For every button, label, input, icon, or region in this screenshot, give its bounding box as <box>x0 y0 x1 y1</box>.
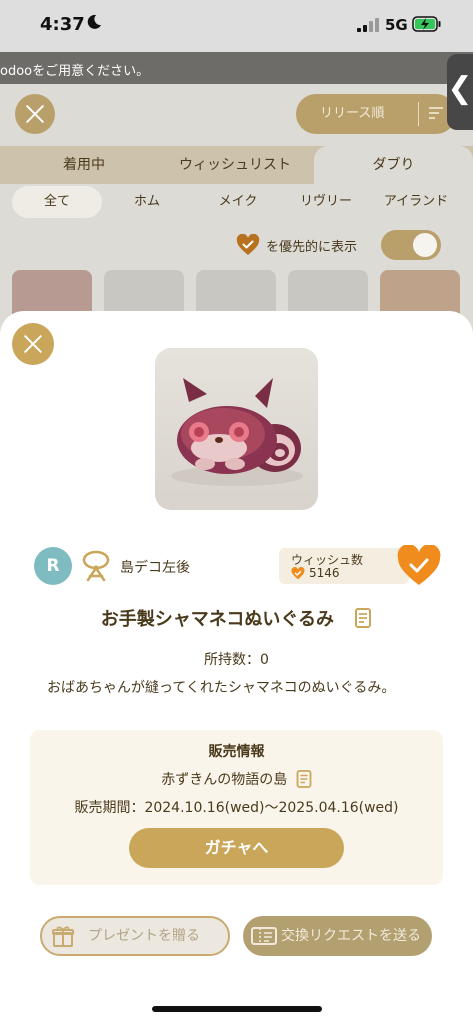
heart-check-icon <box>236 234 260 255</box>
background-close-button[interactable] <box>15 94 55 134</box>
owned-count: 所持数：0 <box>204 652 269 668</box>
subtab-livly[interactable]: リヴリー <box>286 186 366 218</box>
sort-order-icon <box>429 107 443 119</box>
status-time: 4:37 <box>40 14 85 35</box>
item-image <box>155 348 318 510</box>
main-tab-bar: 着用中 ウィッシュリスト ダブり <box>0 146 473 184</box>
toggle-knob <box>413 233 437 257</box>
category-label: 島デコ左後 <box>120 560 190 576</box>
heart-check-icon <box>291 567 305 580</box>
sale-location: 赤ずきんの物語の島 <box>161 772 288 788</box>
notice-banner: odooをご用意ください。 <box>0 52 473 84</box>
trade-request-button[interactable]: 交換リクエストを送る <box>243 916 432 956</box>
trade-request-label: 交換リクエストを送る <box>281 928 421 944</box>
battery-charging-icon <box>412 16 441 32</box>
signal-icon <box>357 18 379 32</box>
subtab-makeup[interactable]: メイク <box>196 186 280 218</box>
item-detail-modal: R 島デコ左後 ウィッシュ数 5146 お手製シャマネコぬいぐるみ 所持数：0 … <box>0 311 473 1024</box>
sort-label: リリース順 <box>320 106 385 121</box>
sub-tab-bar: 全て ホム メイク リヴリー アイランド <box>0 184 473 220</box>
subtab-all[interactable]: 全て <box>12 186 102 218</box>
go-to-gacha-button[interactable]: ガチャへ <box>129 828 344 868</box>
rarity-badge: R <box>34 547 72 585</box>
wish-heart-button[interactable] <box>396 545 442 587</box>
item-description: おばあちゃんが縫ってくれたシャマネコのぬいぐるみ。 <box>47 680 396 696</box>
status-bar: 4:37 5G <box>0 0 473 52</box>
priority-toggle[interactable] <box>381 230 441 260</box>
subtab-island[interactable]: アイランド <box>370 186 462 218</box>
wish-count-box: ウィッシュ数 5146 <box>279 548 409 584</box>
sale-location-row: 赤ずきんの物語の島 <box>30 769 443 789</box>
tab-wearing[interactable]: 着用中 <box>32 146 136 184</box>
sort-button[interactable]: リリース順 <box>296 94 456 134</box>
sort-divider <box>418 102 419 126</box>
sale-info-card: 販売情報 赤ずきんの物語の島 販売期間：2024.10.16(wed)〜2025… <box>30 730 443 885</box>
ticket-icon <box>251 927 277 945</box>
item-name: お手製シャマネコぬいぐるみ <box>100 609 334 630</box>
tab-wishlist[interactable]: ウィッシュリスト <box>150 146 320 184</box>
side-panel-handle[interactable]: ❮ <box>447 54 473 130</box>
plush-cat-illustration <box>171 378 303 486</box>
send-gift-label: プレゼントを贈る <box>88 928 200 944</box>
home-indicator[interactable] <box>152 1006 322 1012</box>
wish-count: 5146 <box>309 566 340 580</box>
network-label: 5G <box>385 16 408 34</box>
close-button[interactable] <box>12 323 54 365</box>
item-name-row: お手製シャマネコぬいぐるみ <box>0 605 473 631</box>
send-gift-button[interactable]: プレゼントを贈る <box>40 916 230 956</box>
copy-icon[interactable] <box>296 770 312 788</box>
gift-icon <box>52 926 74 947</box>
moon-icon <box>87 14 101 29</box>
sale-period: 販売期間：2024.10.16(wed)〜2025.04.16(wed) <box>74 800 399 816</box>
priority-label: を優先的に表示 <box>266 240 358 255</box>
chevron-left-icon: ❮ <box>447 71 473 106</box>
tab-duplicates[interactable]: ダブり <box>314 146 473 184</box>
subtab-home[interactable]: ホム <box>108 186 186 218</box>
sale-heading: 販売情報 <box>208 744 265 760</box>
copy-icon[interactable] <box>354 608 372 628</box>
island-deco-icon <box>82 550 110 582</box>
